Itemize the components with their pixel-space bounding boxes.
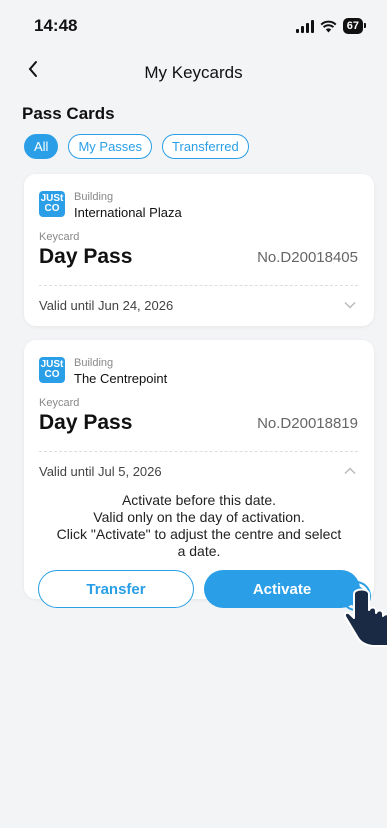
info-line: Activate before this date. bbox=[121, 492, 277, 508]
tap-hand-icon bbox=[341, 581, 387, 647]
page-title: My Keycards bbox=[144, 63, 243, 82]
pass-number: No.D20018405 bbox=[257, 248, 358, 266]
building-name: The Centrepoint bbox=[74, 371, 168, 386]
status-icons: 67 bbox=[295, 18, 367, 34]
pass-card[interactable]: JUSt CO Building The Centrepoint Keycard… bbox=[24, 340, 374, 608]
pass-card[interactable]: JUSt CO Building International Plaza Key… bbox=[24, 174, 374, 326]
pass-name: Day Pass bbox=[39, 245, 133, 268]
chevron-left-icon bbox=[28, 61, 37, 77]
pass-name: Day Pass bbox=[39, 411, 133, 434]
filter-chips: All My Passes Transferred bbox=[24, 134, 387, 160]
nav-bar: My Keycards bbox=[0, 52, 387, 94]
expand-toggle[interactable]: Valid until Jul 5, 2026 bbox=[24, 452, 374, 490]
valid-until: Valid until Jun 24, 2026 bbox=[39, 297, 174, 313]
battery-icon: 67 bbox=[342, 18, 367, 34]
valid-until: Valid until Jul 5, 2026 bbox=[39, 463, 162, 479]
pass-number: No.D20018819 bbox=[257, 414, 358, 432]
info-line: a date. bbox=[177, 543, 221, 559]
signal-icon bbox=[295, 19, 314, 33]
justco-logo: JUSt CO bbox=[39, 191, 65, 217]
keycard-label: Keycard bbox=[39, 231, 80, 243]
card-header: JUSt CO Building International Plaza bbox=[24, 174, 374, 220]
filter-my-passes[interactable]: My Passes bbox=[68, 134, 153, 159]
justco-logo: JUSt CO bbox=[39, 357, 65, 383]
building-label: Building bbox=[74, 191, 114, 203]
expand-toggle[interactable]: Valid until Jun 24, 2026 bbox=[24, 286, 374, 324]
status-time: 14:48 bbox=[34, 16, 78, 35]
building-label: Building bbox=[74, 357, 114, 369]
activate-button[interactable]: Activate bbox=[204, 570, 360, 608]
filter-transferred[interactable]: Transferred bbox=[162, 134, 249, 159]
section-title: Pass Cards bbox=[22, 104, 115, 123]
card-header: JUSt CO Building The Centrepoint bbox=[24, 340, 374, 386]
status-bar: 14:48 67 bbox=[0, 0, 387, 52]
keycard-label: Keycard bbox=[39, 397, 80, 409]
transfer-button[interactable]: Transfer bbox=[38, 570, 194, 608]
activation-info: Activate before this date. Valid only on… bbox=[24, 490, 374, 560]
chevron-up-icon bbox=[344, 467, 356, 475]
info-line: Valid only on the day of activation. bbox=[93, 509, 305, 525]
wifi-icon bbox=[320, 20, 337, 32]
chevron-down-icon bbox=[344, 301, 356, 309]
back-button[interactable] bbox=[28, 60, 38, 84]
info-line: Click "Activate" to adjust the centre an… bbox=[56, 526, 342, 542]
filter-all[interactable]: All bbox=[24, 134, 59, 159]
building-name: International Plaza bbox=[74, 205, 182, 220]
